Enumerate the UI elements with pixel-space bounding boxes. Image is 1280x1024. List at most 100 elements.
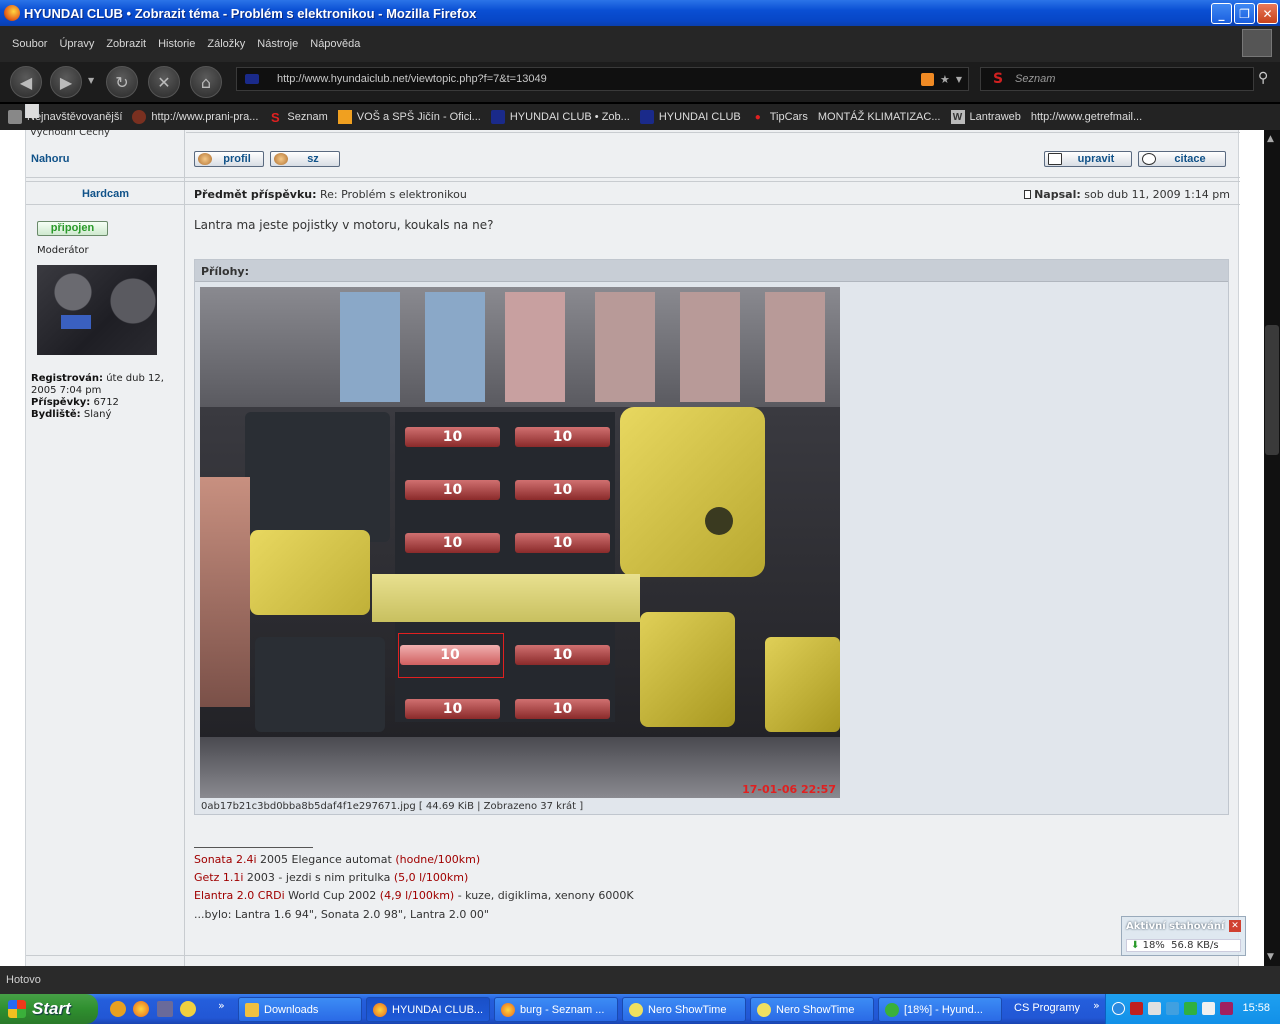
player-quicklaunch-icon[interactable] (180, 1001, 196, 1017)
menu-nastroje[interactable]: Nástroje (257, 38, 298, 50)
search-go-icon[interactable]: ⚲ (1258, 70, 1268, 86)
post-link-icon[interactable] (1024, 190, 1032, 199)
scroll-up-icon[interactable]: ▲ (1267, 134, 1274, 144)
firefox-icon (501, 1002, 515, 1017)
site-favicon-icon (245, 74, 259, 84)
close-icon[interactable]: ✕ (1229, 920, 1241, 932)
tray-icon[interactable] (1148, 1002, 1161, 1015)
forward-arrow-icon: ▶ (59, 72, 73, 92)
bookmark-item[interactable]: MONTÁŽ KLIMATIZAC... (25, 104, 941, 123)
menu-upravy[interactable]: Úpravy (59, 38, 94, 50)
scroll-down-icon[interactable]: ▼ (1267, 952, 1274, 962)
nero-icon (757, 1002, 771, 1017)
page-content: Východní Čechy Nahoru profil sz upravit … (0, 130, 1264, 966)
private-message-button[interactable]: sz (270, 151, 340, 167)
menu-napoveda[interactable]: Nápověda (310, 38, 360, 50)
menu-historie[interactable]: Historie (158, 38, 195, 50)
pm-icon (274, 153, 288, 165)
volume-icon[interactable] (1202, 1002, 1215, 1015)
quote-icon (1142, 153, 1156, 165)
windows-logo-icon (8, 1000, 26, 1018)
bookmark-item[interactable]: http://www.prani-pra... (132, 110, 258, 124)
previous-post-location: Východní Čechy (30, 130, 110, 138)
back-to-top-link[interactable]: Nahoru (31, 153, 70, 165)
taskbar-item[interactable]: Nero ShowTime (622, 997, 746, 1022)
profile-button[interactable]: profil (194, 151, 264, 167)
bookmark-item[interactable]: http://www.getrefmail... (25, 104, 1142, 123)
taskbar-item[interactable]: burg - Seznam ... (494, 997, 618, 1022)
post-author[interactable]: Hardcam (26, 188, 185, 200)
profile-icon (198, 153, 212, 165)
url-dropdown-icon[interactable]: ▼ (956, 75, 962, 84)
stop-button[interactable]: ✕ (148, 66, 180, 98)
search-engine-icon[interactable]: S (987, 71, 1009, 87)
download-progress: ⬇ 18% 56.8 KB/s (1126, 939, 1241, 952)
fuse: 10 (515, 533, 610, 553)
window-titlebar[interactable]: HYUNDAI CLUB • Zobrazit téma - Problém s… (0, 0, 1280, 26)
folder-icon (8, 110, 22, 124)
tray-icon[interactable] (1166, 1002, 1179, 1015)
firefox-icon (373, 1002, 387, 1017)
toolbar-more-icon[interactable]: » (1093, 999, 1100, 1012)
page-scrollbar[interactable]: ▲ ▼ (1264, 130, 1280, 966)
bookmark-item[interactable]: HYUNDAI CLUB • Zob... (490, 110, 630, 124)
taskbar-item[interactable]: HYUNDAI CLUB... (366, 997, 490, 1022)
reload-button[interactable]: ↻ (106, 66, 138, 98)
attachment-image[interactable]: 10 10 10 10 10 10 10 10 10 10 17-01-06 2… (200, 287, 840, 798)
menu-zobrazit[interactable]: Zobrazit (106, 38, 146, 50)
history-dropdown-icon[interactable]: ▼ (88, 76, 94, 85)
bookmark-item[interactable]: HYUNDAI CLUB (639, 110, 741, 124)
url-text[interactable]: http://www.hyundaiclub.net/viewtopic.php… (277, 73, 921, 85)
bookmark-item[interactable]: ● TipCars (751, 110, 808, 124)
home-icon: ⌂ (200, 72, 212, 92)
menu-soubor[interactable]: Soubor (12, 38, 47, 50)
attachment-caption: 0ab17b21c3bd0bba8b5daf4f1e297671.jpg [ 4… (201, 801, 584, 812)
window-title: HYUNDAI CLUB • Zobrazit téma - Problém s… (24, 5, 477, 21)
maximize-button[interactable]: ❐ (1234, 3, 1255, 24)
menu-zalozky[interactable]: Záložky (207, 38, 245, 50)
back-button[interactable]: ◀ (10, 66, 42, 98)
seznam-icon: S (271, 109, 280, 125)
tray-icon[interactable] (1184, 1002, 1197, 1015)
tray-icon[interactable] (1130, 1002, 1143, 1015)
taskbar-item[interactable]: Nero ShowTime (750, 997, 874, 1022)
close-button[interactable]: ✕ (1257, 3, 1278, 24)
home-button[interactable]: ⌂ (190, 66, 222, 98)
bookmark-item[interactable]: W Lantraweb (950, 110, 1021, 124)
url-bar[interactable]: http://www.hyundaiclub.net/viewtopic.php… (236, 67, 969, 91)
start-button[interactable]: Start (0, 994, 98, 1024)
clock: 15:58 (1242, 1002, 1270, 1014)
hyundai-icon (490, 110, 505, 124)
bookmark-item[interactable]: VOŠ a SPŠ Jičín - Ofici... (337, 110, 481, 124)
taskbar-item[interactable]: [18%] - Hyund... (878, 997, 1002, 1022)
quote-button[interactable]: citace (1138, 151, 1226, 167)
stop-icon: ✕ (157, 72, 171, 92)
programs-toolbar[interactable]: CS Programy (1014, 1002, 1080, 1014)
photo-timestamp: 17-01-06 22:57 (742, 783, 836, 796)
edit-button[interactable]: upravit (1044, 151, 1132, 167)
bookmark-item[interactable]: S Seznam (268, 109, 328, 125)
bookmarks-toolbar: Nejnavštěvovanější http://www.prani-pra.… (0, 104, 1280, 130)
quicklaunch-icon[interactable] (110, 1001, 126, 1017)
media-quicklaunch-icon[interactable] (157, 1001, 173, 1017)
status-bar: Hotovo (0, 966, 1280, 994)
forward-button[interactable]: ▶ (50, 66, 82, 98)
search-input[interactable]: Seznam (1015, 73, 1055, 85)
menu-bar: Soubor Úpravy Zobrazit Historie Záložky … (0, 26, 1280, 62)
author-profile-info: Registrován: úte dub 12, 2005 7:04 pm Př… (31, 373, 164, 420)
vos-icon (337, 110, 352, 124)
minimize-button[interactable]: _ (1211, 3, 1232, 24)
attachments-title: Přílohy: (195, 260, 1228, 282)
system-tray: 15:58 (1105, 994, 1280, 1024)
firefox-quicklaunch-icon[interactable] (133, 1001, 149, 1017)
bookmark-star-icon[interactable]: ★ (940, 73, 950, 86)
scrollbar-thumb[interactable] (1265, 325, 1279, 455)
antivirus-icon[interactable] (1220, 1002, 1233, 1015)
quicklaunch-more-icon[interactable]: » (218, 999, 225, 1012)
forum-post-table: Východní Čechy Nahoru profil sz upravit … (25, 130, 1240, 966)
tray-expand-icon[interactable] (1112, 1002, 1125, 1015)
search-bar[interactable]: S Seznam (980, 67, 1254, 91)
download-status-widget[interactable]: Aktivní stahování ✕ ⬇ 18% 56.8 KB/s (1121, 916, 1246, 956)
rss-feed-icon[interactable] (920, 72, 934, 86)
taskbar-item[interactable]: Downloads (238, 997, 362, 1022)
